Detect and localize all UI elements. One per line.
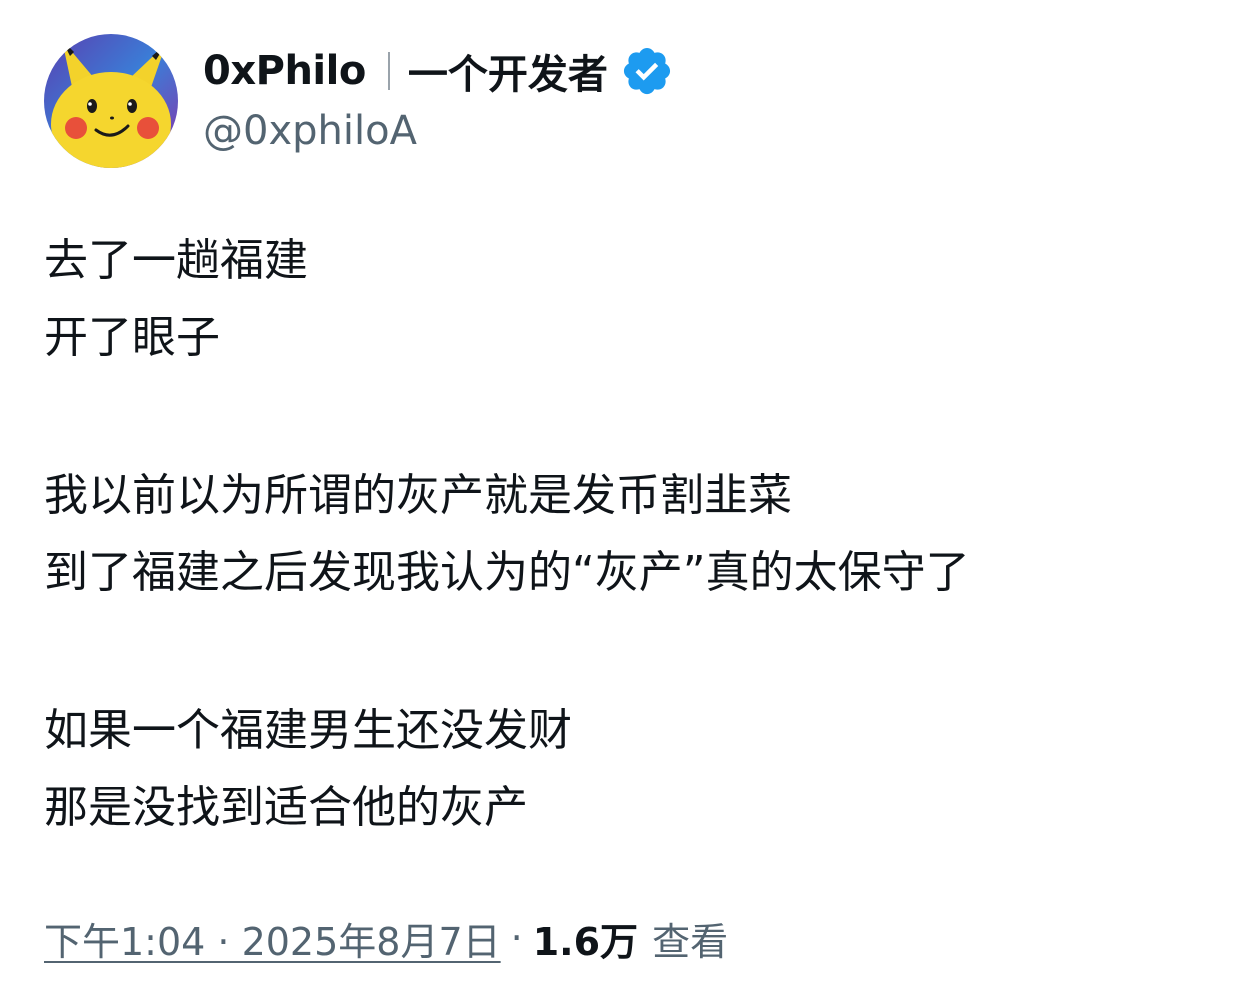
tweet-line: 那是没找到适合他的灰产 [44,782,528,833]
pikachu-avatar-image [44,34,178,168]
verified-badge-icon [620,44,674,98]
display-name[interactable]: 0xPhilo [203,48,366,94]
views-count: 1.6万 [532,919,639,964]
name-divider [387,52,390,90]
author-name-row: 0xPhilo 一个开发者 [203,40,674,102]
tweet-line: 到了福建之后发现我认为的“灰产”真的太保守了 [44,547,970,598]
timestamp-link[interactable]: 下午1:04 · 2025年8月7日 [44,911,501,966]
user-handle[interactable]: @0xphiloA [203,108,417,154]
tweet-line: 开了眼子 [44,312,220,363]
tweet-line: 如果一个福建男生还没发财 [44,705,572,756]
tweet-text: 去了一趟福建 开了眼子 我以前以为所谓的灰产就是发币割韭菜 到了福建之后发现我认… [44,222,970,846]
views-label: 查看 [652,919,729,964]
meta-separator: · [510,916,523,960]
tweet-line: 去了一趟福建 [44,235,308,286]
display-name-chinese[interactable]: 一个开发者 [408,42,608,100]
tweet-card: 0xPhilo 一个开发者 @0xphiloA 去了一趟福建 开了眼子 我以前以… [0,0,1239,990]
tweet-meta: 下午1:04 · 2025年8月7日 · 1.6万 查看 [44,908,728,968]
avatar[interactable] [44,34,178,168]
tweet-line: 我以前以为所谓的灰产就是发币割韭菜 [44,470,792,521]
